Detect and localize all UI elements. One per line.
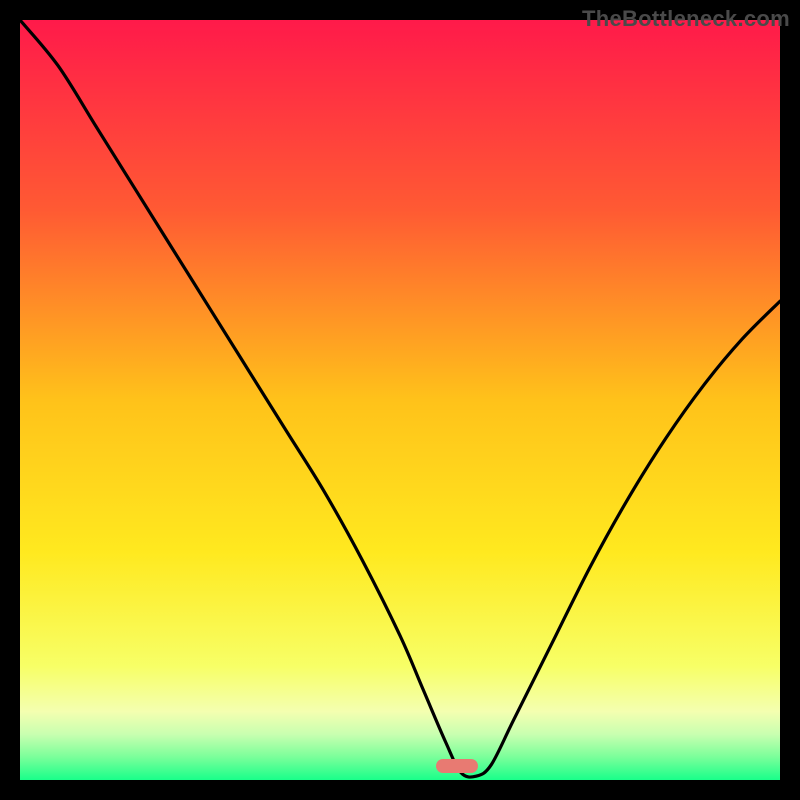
watermark-text: TheBottleneck.com — [582, 6, 790, 32]
optimal-marker — [436, 759, 478, 773]
curve-svg — [20, 20, 780, 780]
bottleneck-curve-path — [20, 20, 780, 777]
chart-frame: TheBottleneck.com — [0, 0, 800, 800]
plot-area — [20, 20, 780, 780]
